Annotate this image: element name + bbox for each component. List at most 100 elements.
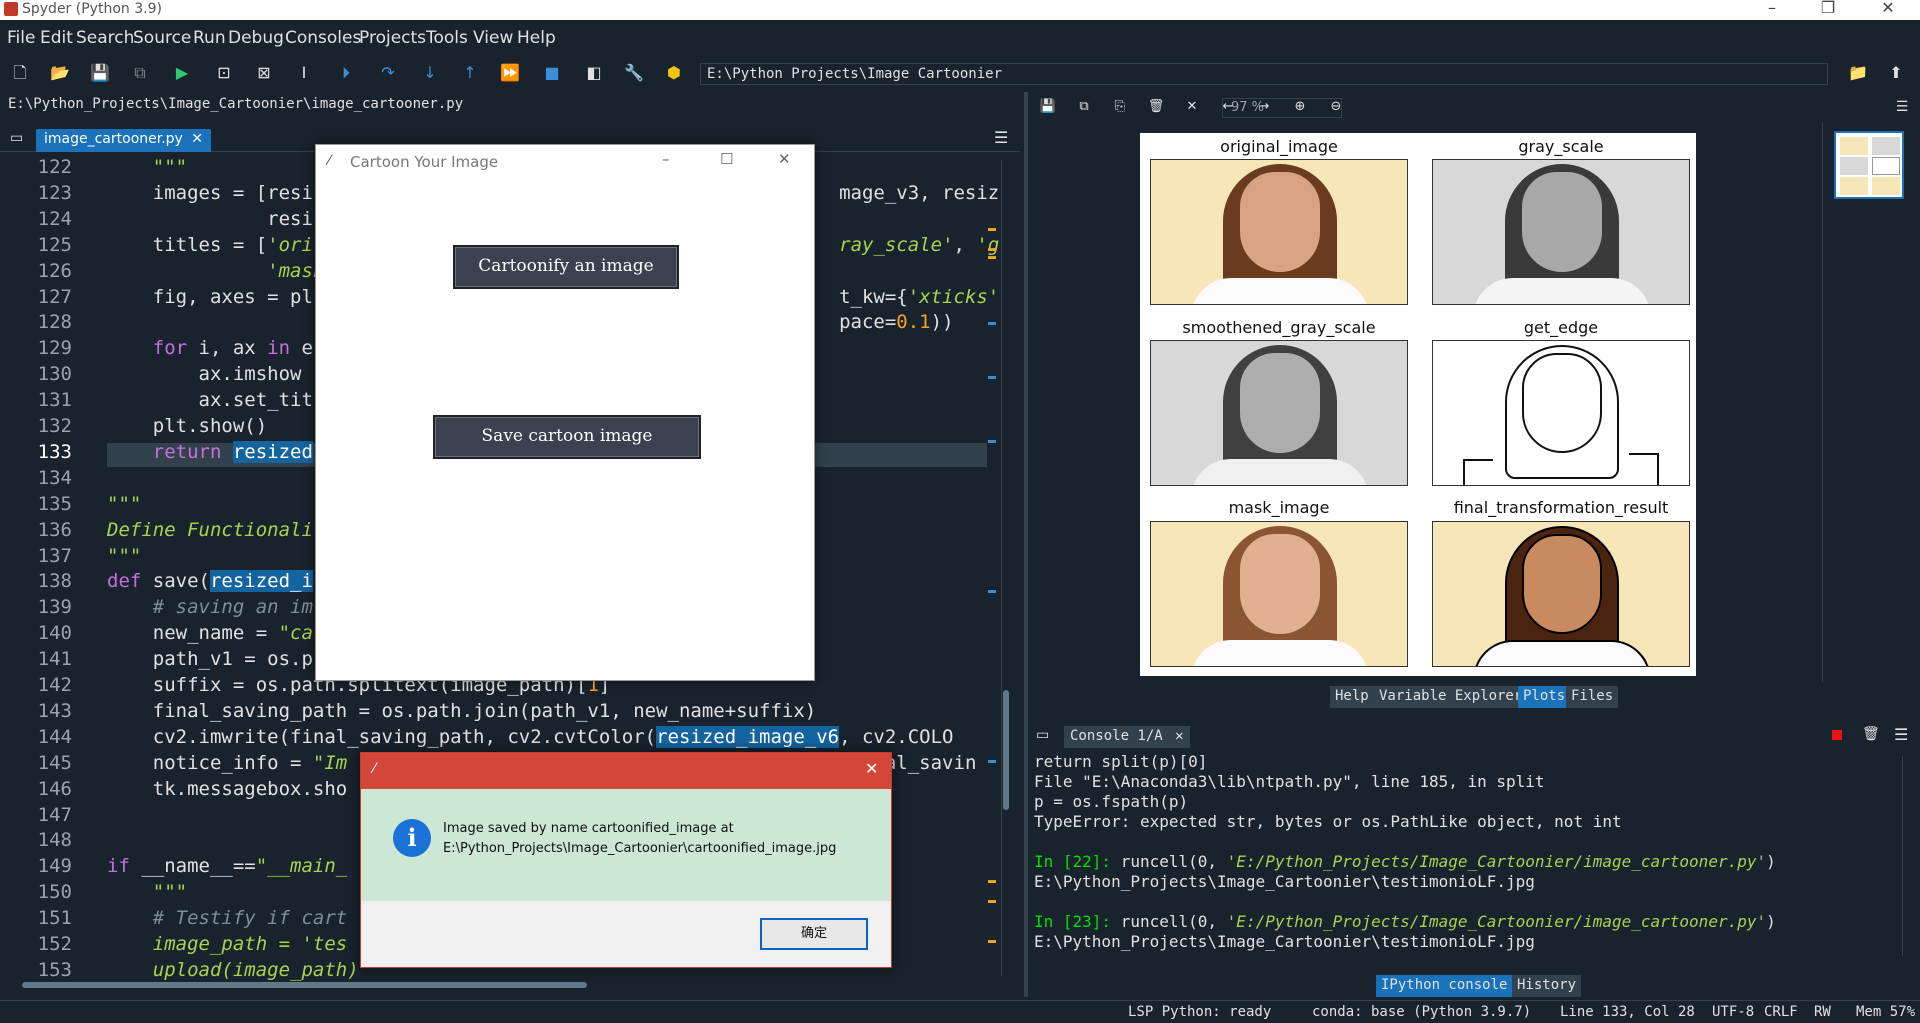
preferences-icon[interactable]: 🔧 bbox=[624, 63, 644, 83]
continue-icon[interactable]: ⏩ bbox=[500, 63, 520, 83]
step-return-icon[interactable]: ↑ bbox=[460, 63, 480, 83]
window-title: Spyder (Python 3.9) bbox=[22, 1, 162, 17]
code-line[interactable]: image_path = 'tes bbox=[107, 933, 347, 955]
code-line[interactable]: upload(image_path) bbox=[107, 959, 359, 981]
maximize-icon[interactable]: ❐ bbox=[1808, 0, 1848, 17]
cursor-position: Line 133, Col 28 bbox=[1560, 1004, 1695, 1020]
console-options-icon[interactable]: ☰ bbox=[1894, 725, 1908, 744]
save-icon[interactable]: 💾 bbox=[90, 63, 110, 83]
code-line[interactable]: final_saving_path = os.path.join(path_v1… bbox=[107, 700, 816, 722]
browse-dir-icon[interactable]: 📁 bbox=[1848, 63, 1868, 83]
menu-consoles[interactable]: Consoles bbox=[285, 28, 361, 48]
code-line[interactable]: # saving an im bbox=[107, 596, 313, 618]
close-tab-icon[interactable]: ✕ bbox=[191, 131, 203, 147]
code-line[interactable]: ax.set_tit bbox=[107, 389, 313, 411]
remove-all-plots-icon[interactable]: ✕ bbox=[1182, 97, 1202, 117]
code-line[interactable]: plt.show() bbox=[107, 415, 267, 437]
open-file-icon[interactable]: 📂 bbox=[50, 63, 70, 83]
tab-ipython-console[interactable]: IPython console bbox=[1376, 975, 1513, 997]
conda-status[interactable]: conda: base (Python 3.9.7) bbox=[1312, 1004, 1531, 1020]
editor-options-icon[interactable]: ☰ bbox=[994, 128, 1008, 147]
editor-scroll-thumb[interactable] bbox=[1003, 690, 1009, 810]
scroll-marker bbox=[988, 228, 996, 231]
lsp-status[interactable]: LSP Python: ready bbox=[1128, 1004, 1271, 1020]
ok-button[interactable]: 确定 bbox=[760, 918, 868, 950]
menu-view[interactable]: View bbox=[473, 28, 513, 48]
line-number: 140 bbox=[37, 622, 72, 645]
remove-icon[interactable]: 🗑 bbox=[1862, 726, 1880, 742]
code-line[interactable]: def save(resized_i bbox=[107, 570, 313, 593]
maximize-pane-icon[interactable]: ◧ bbox=[584, 63, 604, 83]
messagebox-close-icon[interactable]: ✕ bbox=[865, 759, 878, 778]
console-scrollbar[interactable] bbox=[1902, 756, 1910, 956]
code-line[interactable]: ax.imshow bbox=[107, 363, 302, 385]
cartoonify-button[interactable]: Cartoonify an image bbox=[453, 245, 679, 289]
code-line[interactable]: resi bbox=[107, 208, 313, 230]
zoom-level[interactable]: 97 % bbox=[1222, 98, 1342, 118]
menu-projects[interactable]: Projects bbox=[359, 28, 426, 48]
tab-files[interactable]: Files bbox=[1566, 686, 1619, 708]
menu-search[interactable]: Search bbox=[76, 28, 134, 48]
tab-plots[interactable]: Plots bbox=[1518, 686, 1571, 708]
code-line[interactable]: # Testify if cart bbox=[107, 907, 347, 929]
tab-image-cartooner[interactable]: image_cartooner.py ✕ bbox=[36, 129, 212, 152]
copy-plot-icon[interactable]: ⎘ bbox=[1110, 97, 1130, 117]
code-line[interactable]: return resized bbox=[107, 440, 313, 463]
code-line[interactable]: 'mask bbox=[107, 260, 324, 282]
editor-hscroll-thumb[interactable] bbox=[22, 982, 587, 988]
tab-variable-explorer[interactable]: Variable Explorer bbox=[1374, 686, 1528, 708]
tab-history[interactable]: History bbox=[1512, 975, 1582, 997]
menu-tools[interactable]: Tools bbox=[426, 28, 468, 48]
code-line[interactable]: """ bbox=[107, 493, 141, 515]
code-line[interactable]: for i, ax in e bbox=[107, 337, 313, 359]
code-line[interactable]: cv2.imwrite(final_saving_path, cv2.cvtCo… bbox=[107, 725, 954, 748]
remove-plot-icon[interactable]: 🗑 bbox=[1146, 97, 1166, 117]
cw-minimize-icon[interactable]: – bbox=[662, 150, 670, 168]
run-cell-icon[interactable]: ⊡ bbox=[214, 63, 234, 83]
plot-thumbnail[interactable] bbox=[1834, 131, 1904, 199]
save-all-plots-icon[interactable]: ⧉ bbox=[1074, 97, 1094, 117]
save-all-icon[interactable]: ⧉ bbox=[130, 63, 150, 83]
parent-dir-icon[interactable]: ⬆ bbox=[1886, 63, 1906, 83]
browse-tabs-icon[interactable]: ▭ bbox=[10, 130, 23, 146]
stop-icon[interactable]: ■ bbox=[542, 63, 562, 83]
code-line[interactable]: Define Functionali bbox=[107, 519, 313, 541]
save-plot-icon[interactable]: 💾 bbox=[1038, 97, 1058, 117]
close-console-icon[interactable]: ✕ bbox=[1175, 728, 1183, 744]
step-icon[interactable]: ↷ bbox=[378, 63, 398, 83]
step-into-icon[interactable]: ↓ bbox=[420, 63, 440, 83]
interrupt-kernel-icon[interactable] bbox=[1832, 730, 1842, 740]
close-icon[interactable]: ✕ bbox=[1868, 0, 1908, 17]
code-line[interactable]: """ bbox=[107, 156, 187, 178]
save-cartoon-button[interactable]: Save cartoon image bbox=[433, 415, 701, 459]
menu-run[interactable]: Run bbox=[193, 28, 226, 48]
console-output[interactable]: return split(p)[0] File "E:\Anaconda3\li… bbox=[1034, 752, 1894, 967]
code-line[interactable]: """ bbox=[107, 545, 141, 567]
new-file-icon[interactable]: 🗋 bbox=[10, 63, 30, 83]
tab-help[interactable]: Help bbox=[1330, 686, 1374, 708]
subplot-title: get_edge bbox=[1523, 318, 1599, 337]
menu-edit[interactable]: Edit bbox=[40, 28, 73, 48]
code-line[interactable]: if __name__=="__main_ bbox=[107, 855, 347, 877]
working-directory-input[interactable]: E:\Python Projects\Image Cartoonier bbox=[700, 63, 1828, 85]
run-selection-icon[interactable]: I bbox=[294, 63, 314, 83]
code-line[interactable]: new_name = "ca bbox=[107, 622, 313, 644]
minimize-icon[interactable]: – bbox=[1752, 0, 1792, 17]
cw-maximize-icon[interactable]: ☐ bbox=[720, 150, 733, 168]
editor-vertical-scrollbar[interactable] bbox=[1001, 160, 1011, 976]
menu-source[interactable]: Source bbox=[133, 28, 191, 48]
menu-help[interactable]: Help bbox=[517, 28, 556, 48]
debug-icon[interactable]: ⏵ bbox=[336, 63, 356, 83]
code-line[interactable]: """ bbox=[107, 881, 187, 903]
tab-console[interactable]: Console 1/A ✕ bbox=[1064, 726, 1190, 748]
cw-close-icon[interactable]: ✕ bbox=[778, 150, 791, 168]
code-line[interactable]: path_v1 = os.p bbox=[107, 648, 313, 670]
console-browse-icon[interactable]: ▭ bbox=[1036, 727, 1049, 743]
menu-debug[interactable]: Debug bbox=[228, 28, 284, 48]
python-path-icon[interactable]: ⬢ bbox=[664, 63, 684, 83]
code-line[interactable]: tk.messagebox.sho bbox=[107, 778, 347, 800]
run-icon[interactable]: ▶ bbox=[172, 63, 192, 83]
run-cell-advance-icon[interactable]: ⊠ bbox=[254, 63, 274, 83]
menu-file[interactable]: File bbox=[7, 28, 35, 48]
plots-options-icon[interactable]: ☰ bbox=[1892, 97, 1912, 117]
